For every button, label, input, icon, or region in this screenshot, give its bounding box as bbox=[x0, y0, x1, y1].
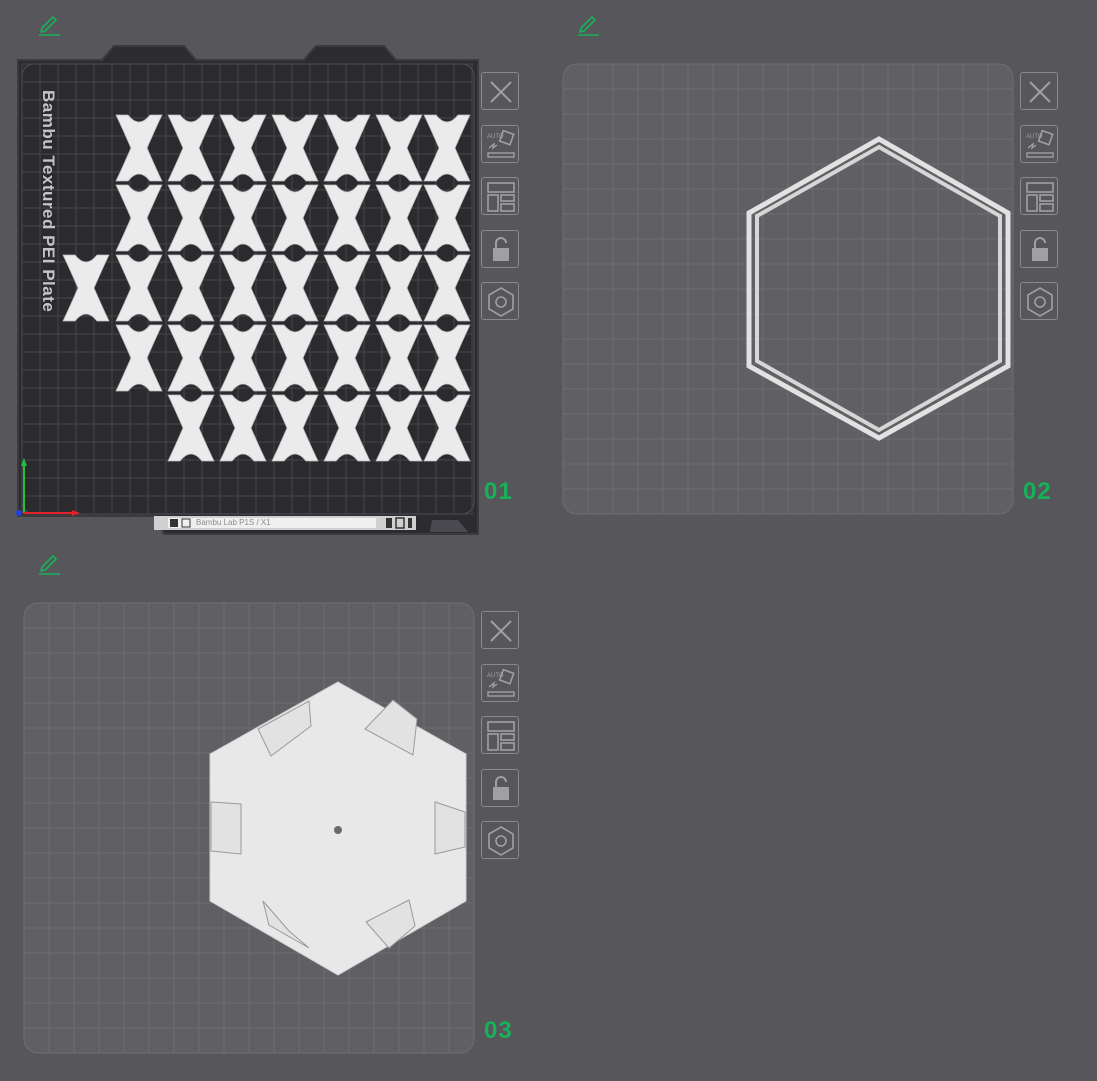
auto-orient-icon: AUTO bbox=[487, 129, 515, 158]
svg-text:AUTO: AUTO bbox=[1026, 134, 1043, 140]
plate-02-lock-button[interactable] bbox=[1020, 230, 1058, 268]
edit-plate-name-icon[interactable] bbox=[36, 551, 62, 577]
plate-01-delete-button[interactable] bbox=[481, 72, 519, 110]
plate-03[interactable] bbox=[23, 602, 475, 1054]
plate-01-arrange-button[interactable] bbox=[481, 177, 519, 215]
plate-01-bed bbox=[16, 45, 479, 535]
plate-01-settings-button[interactable] bbox=[481, 282, 519, 320]
plate-02-number: 02 bbox=[1023, 478, 1052, 505]
plate-03-number: 03 bbox=[484, 1017, 513, 1044]
plate-02-bed bbox=[562, 63, 1014, 515]
plate-03-delete-button[interactable] bbox=[481, 611, 519, 649]
auto-orient-icon: AUTO bbox=[487, 668, 515, 697]
plate-03-arrange-button[interactable] bbox=[481, 716, 519, 754]
close-icon bbox=[1029, 81, 1051, 103]
plate-02-delete-button[interactable] bbox=[1020, 72, 1058, 110]
plate-03-auto-orient-button[interactable]: AUTO bbox=[481, 664, 519, 702]
close-icon bbox=[490, 81, 512, 103]
settings-icon bbox=[1027, 287, 1053, 317]
edit-plate-name-icon[interactable] bbox=[36, 12, 62, 38]
plate-01[interactable]: Bambu Textured PEI Plate Bambu Lab P1S /… bbox=[14, 42, 484, 542]
plate-02[interactable] bbox=[562, 63, 1014, 515]
edit-plate-name-icon[interactable] bbox=[575, 12, 601, 38]
svg-text:AUTO: AUTO bbox=[487, 134, 504, 140]
settings-icon bbox=[488, 826, 514, 856]
plate-03-bed bbox=[23, 602, 475, 1054]
bed-info-text: Bambu Lab P1S / X1 bbox=[196, 518, 271, 527]
auto-orient-icon: AUTO bbox=[1026, 129, 1054, 158]
bed-type-label: Bambu Textured PEI Plate bbox=[39, 90, 58, 313]
arrange-icon bbox=[1026, 182, 1054, 212]
lock-icon bbox=[1032, 237, 1048, 261]
plate-02-settings-button[interactable] bbox=[1020, 282, 1058, 320]
arrange-icon bbox=[487, 182, 515, 212]
close-icon bbox=[490, 620, 512, 642]
arrange-icon bbox=[487, 721, 515, 751]
lock-icon bbox=[493, 776, 509, 800]
plate-01-auto-orient-button[interactable]: AUTO bbox=[481, 125, 519, 163]
settings-icon bbox=[488, 287, 514, 317]
lock-icon bbox=[493, 237, 509, 261]
plate-02-auto-orient-button[interactable]: AUTO bbox=[1020, 125, 1058, 163]
plate-01-lock-button[interactable] bbox=[481, 230, 519, 268]
plate-03-lock-button[interactable] bbox=[481, 769, 519, 807]
svg-text:AUTO: AUTO bbox=[487, 673, 504, 679]
plate-01-number: 01 bbox=[484, 478, 513, 505]
plate-02-arrange-button[interactable] bbox=[1020, 177, 1058, 215]
plate-03-settings-button[interactable] bbox=[481, 821, 519, 859]
